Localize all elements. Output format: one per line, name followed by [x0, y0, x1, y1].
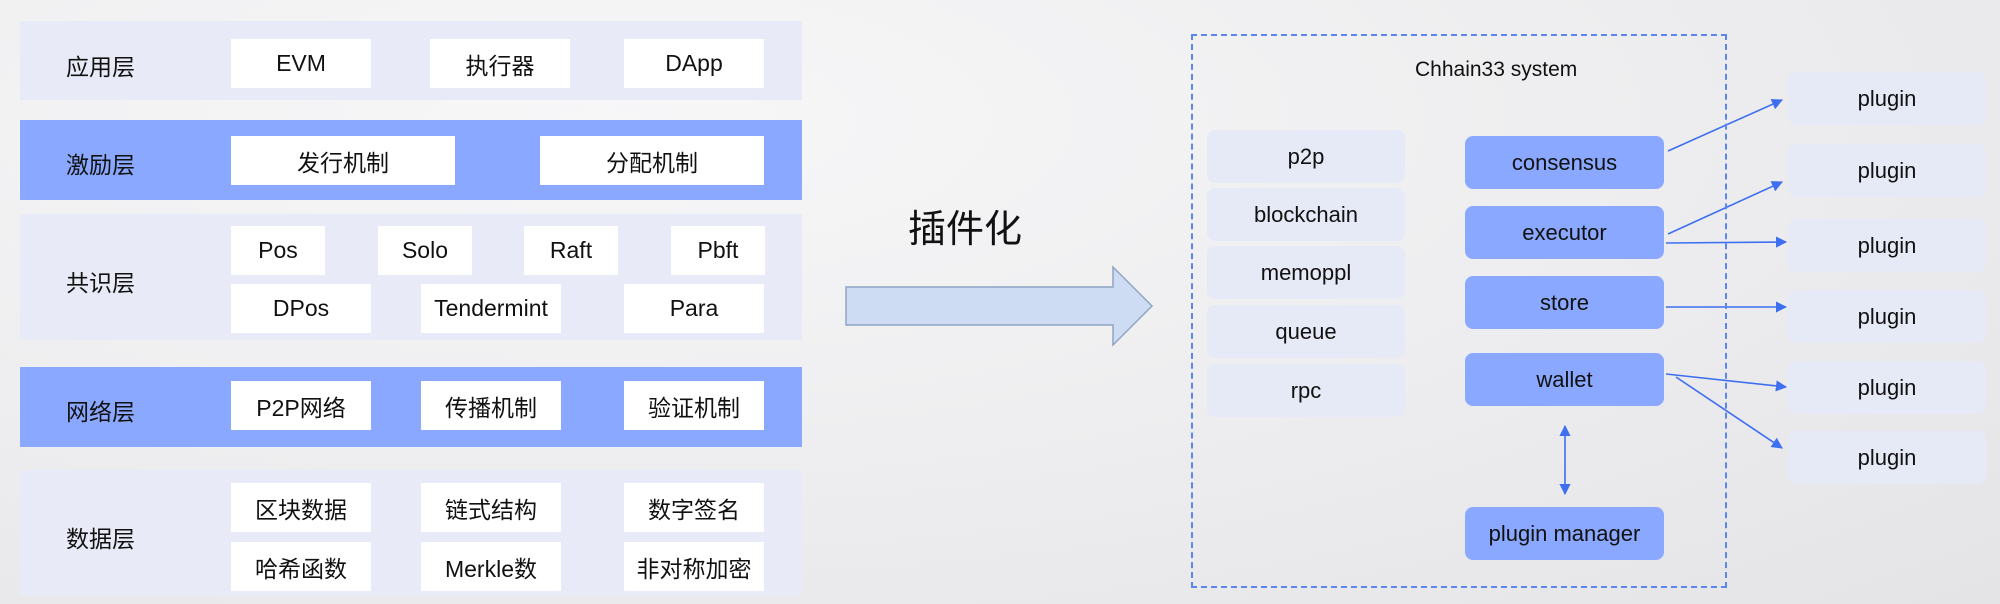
- core-module-blockchain: blockchain: [1207, 188, 1405, 241]
- plugin-box: plugin: [1788, 431, 1986, 484]
- core-module-queue: queue: [1207, 305, 1405, 358]
- plugin-box: plugin: [1788, 144, 1986, 197]
- plugin-box: plugin: [1788, 361, 1986, 414]
- system-title: Chhain33 system: [1415, 58, 1578, 81]
- module-consensus: consensus: [1465, 136, 1664, 189]
- plugin-box: plugin: [1788, 72, 1986, 125]
- big-right-arrow-icon: [845, 265, 1154, 347]
- core-module-rpc: rpc: [1207, 364, 1405, 417]
- plugin-box: plugin: [1788, 290, 1986, 343]
- core-module-p2p: p2p: [1207, 130, 1405, 183]
- module-executor: executor: [1465, 206, 1664, 259]
- plugin-manager: plugin manager: [1465, 507, 1664, 560]
- module-store: store: [1465, 276, 1664, 329]
- plugin-box: plugin: [1788, 219, 1986, 272]
- core-module-memoppl: memoppl: [1207, 246, 1405, 299]
- module-wallet: wallet: [1465, 353, 1664, 406]
